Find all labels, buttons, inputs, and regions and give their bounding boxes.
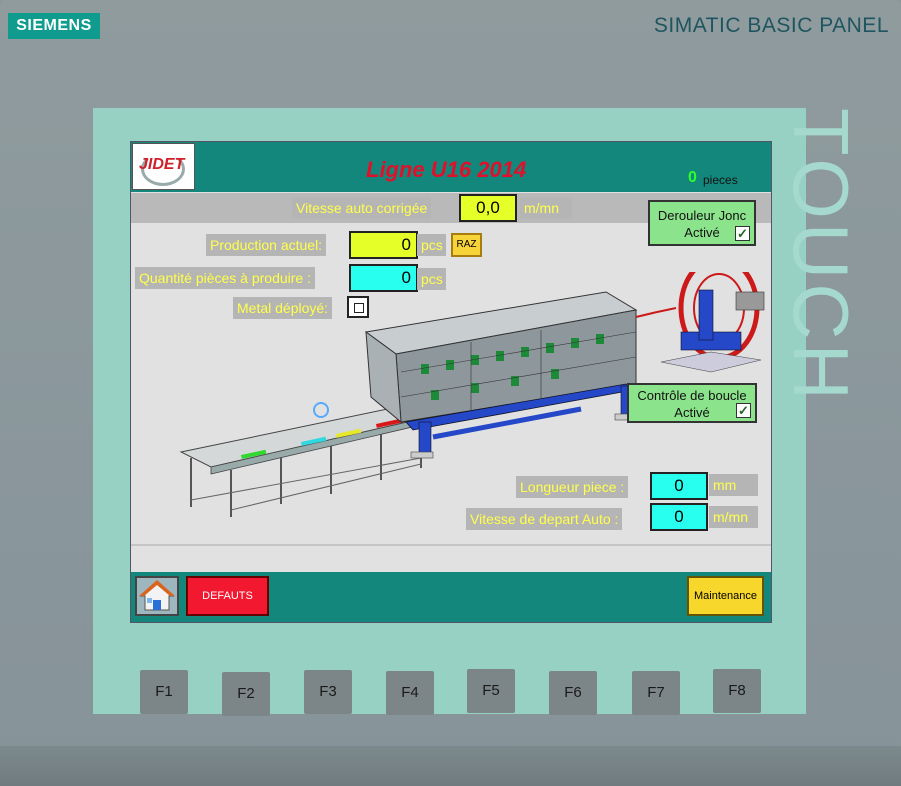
production-actual-field[interactable]: 0 (349, 231, 418, 259)
screen-header: JIDET Ligne U16 2014 0 pieces (131, 142, 771, 192)
speed-corrected-label: Vitesse auto corrigée (292, 197, 432, 219)
company-logo: JIDET (132, 143, 195, 190)
hmi-device: SIEMENS SIMATIC BASIC PANEL TOUCH JIDET … (0, 0, 901, 786)
touch-text: TOUCH (777, 108, 865, 404)
logo-text: JIDET (139, 156, 185, 173)
f2-key[interactable]: F2 (222, 672, 270, 716)
auto-start-speed-unit: m/mn (709, 506, 758, 528)
derouleur-jonc-check-icon: ✓ (735, 226, 750, 241)
page-title: Ligne U16 2014 (366, 157, 527, 182)
piece-count-unit: pieces (703, 173, 738, 187)
panel-model-label: SIMATIC BASIC PANEL (653, 14, 889, 37)
controle-boucle-check-icon: ✓ (736, 403, 751, 418)
f1-key[interactable]: F1 (140, 670, 188, 714)
piece-length-unit: mm (709, 474, 758, 496)
f4-key[interactable]: F4 (386, 671, 434, 715)
f8-key[interactable]: F8 (713, 669, 761, 713)
auto-start-speed-field[interactable]: 0 (650, 503, 708, 531)
home-icon (139, 580, 175, 611)
controle-boucle-label: Contrôle de boucle (637, 388, 747, 403)
derouleur-jonc-label: Derouleur Jonc (657, 208, 747, 223)
speed-corrected-field[interactable]: 0,0 (459, 194, 517, 222)
raz-button[interactable]: RAZ (451, 233, 482, 257)
piece-length-field[interactable]: 0 (650, 472, 708, 500)
defauts-button[interactable]: DEFAUTS (186, 576, 269, 616)
controle-boucle-toggle[interactable]: Contrôle de boucle Activé ✓ (627, 383, 757, 423)
content-divider (131, 544, 771, 546)
f3-key[interactable]: F3 (304, 670, 352, 714)
f5-key[interactable]: F5 (467, 669, 515, 713)
production-actual-unit: pcs (417, 234, 446, 256)
derouleur-jonc-toggle[interactable]: Derouleur Jonc Activé ✓ (648, 200, 756, 246)
maintenance-button[interactable]: Maintenance (687, 576, 764, 616)
speed-corrected-unit: m/mn (520, 197, 572, 219)
hmi-screen: JIDET Ligne U16 2014 0 pieces Vitesse au… (130, 141, 772, 623)
piece-length-label: Longueur piece : (516, 476, 629, 498)
auto-start-speed-label: Vitesse de depart Auto : (466, 508, 623, 530)
f7-key[interactable]: F7 (632, 671, 680, 715)
f6-key[interactable]: F6 (549, 671, 597, 715)
production-actual-label: Production actuel: (206, 234, 327, 256)
piece-count: 0 (688, 169, 697, 186)
siemens-brand: SIEMENS (8, 13, 100, 39)
screen-footer: DEFAUTS Maintenance (131, 572, 771, 622)
touch-label: TOUCH (777, 108, 888, 404)
home-button[interactable] (135, 576, 179, 616)
